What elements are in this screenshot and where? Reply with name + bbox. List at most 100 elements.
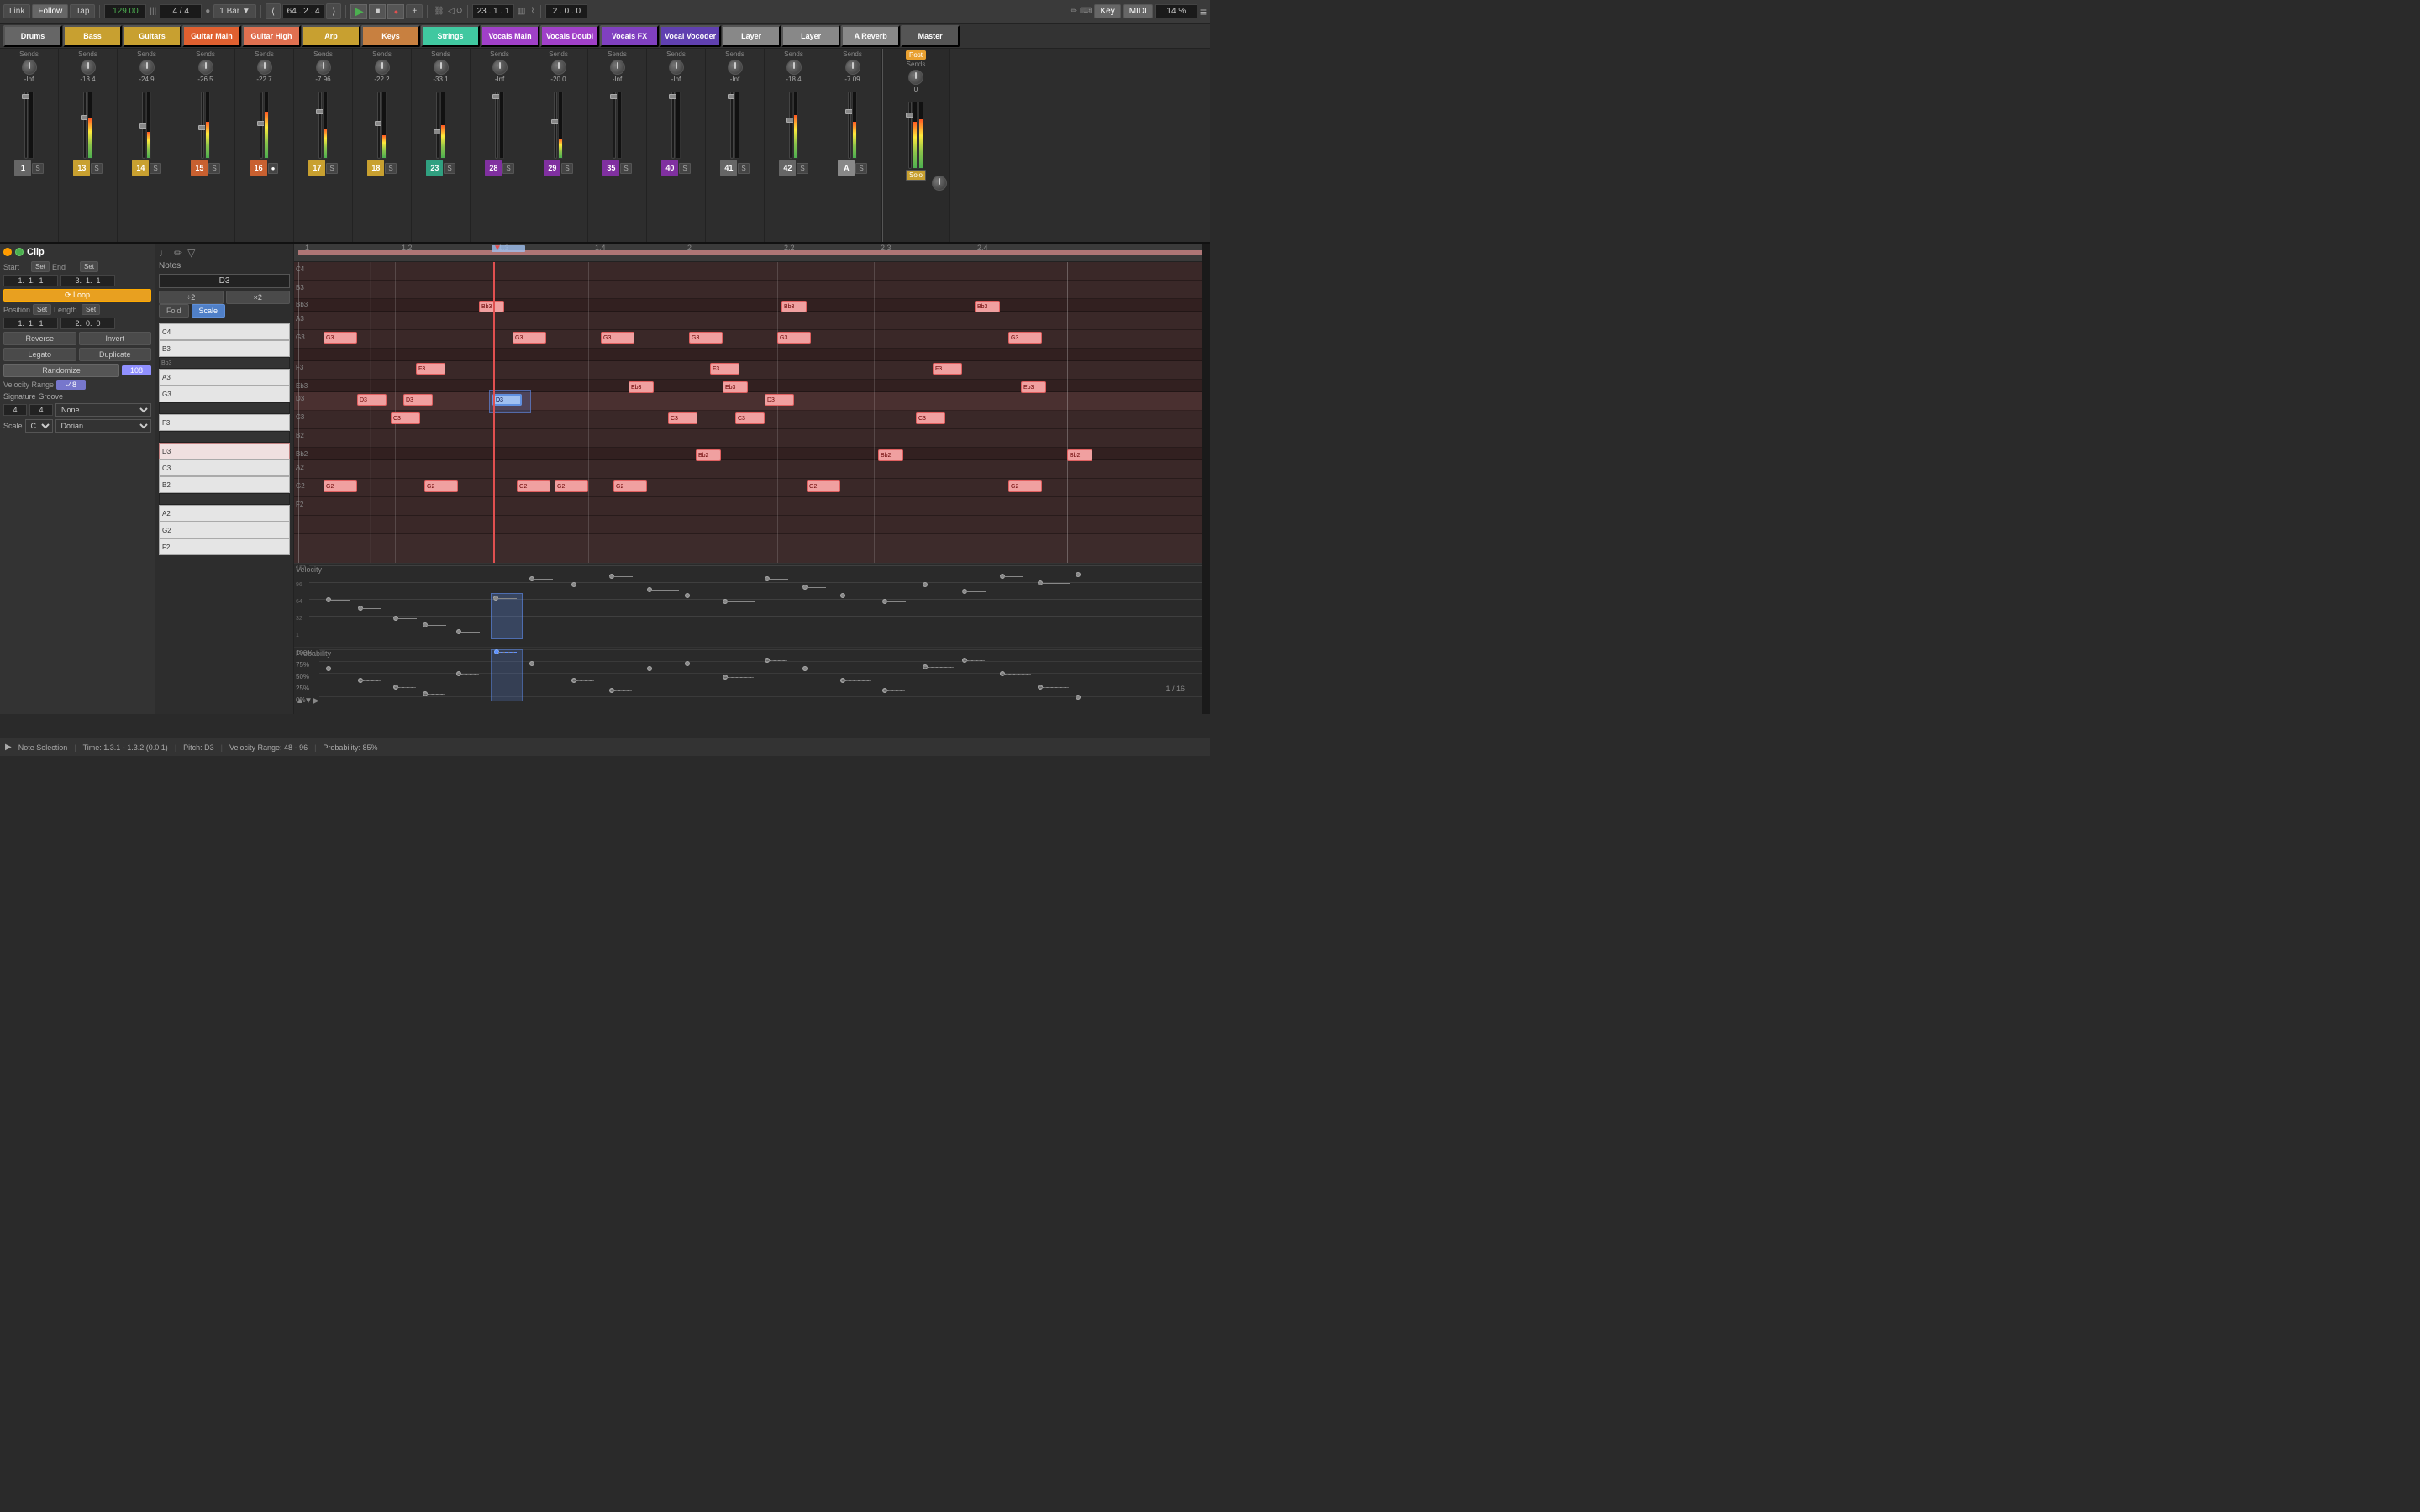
track-header-guitarhigh[interactable]: Guitar High [242,25,301,47]
track-header-layer2[interactable]: Layer [781,25,840,47]
ch-num-areverb[interactable]: A [838,160,855,176]
note-c3-4[interactable]: C3 [916,412,945,424]
sig-num-input[interactable] [3,404,27,416]
note-bb2-1[interactable]: Bb2 [696,449,721,461]
fader-vocalvocoder[interactable] [671,92,675,159]
fader-arp[interactable] [318,92,322,159]
note-f3-1[interactable]: F3 [416,363,445,375]
play-button[interactable]: ▶ [350,4,367,19]
fader-master[interactable] [908,102,912,169]
track-header-keys[interactable]: Keys [361,25,420,47]
key-g3[interactable]: G3 [159,386,290,402]
ch-num-vocalvocoder[interactable]: 40 [661,160,678,176]
nav-forward[interactable]: ⟩ [326,3,341,19]
prob-up-icon[interactable]: ▲ [296,696,304,706]
track-header-guitars[interactable]: Guitars [123,25,182,47]
note-g3-5[interactable]: G3 [777,332,811,344]
fader-layer2[interactable] [789,92,792,159]
track-header-strings[interactable]: Strings [421,25,480,47]
fader-guitarhigh[interactable] [260,92,263,159]
note-c3-1[interactable]: C3 [391,412,420,424]
note-eb3-2[interactable]: Eb3 [723,381,748,393]
fader-drums[interactable] [24,92,28,159]
note-d3-1[interactable]: D3 [357,394,387,406]
solo-guitarhigh[interactable]: ● [268,163,279,174]
track-header-vocalsfx[interactable]: Vocals FX [600,25,659,47]
end-set-button[interactable]: Set [80,261,98,272]
note-c3-3[interactable]: C3 [735,412,765,424]
solo-vocalsdoub[interactable]: S [561,163,572,174]
note-g2-6[interactable]: G2 [807,480,840,492]
pan-knob-vocalsdoub[interactable] [551,60,566,75]
solo-bass[interactable]: S [91,163,102,174]
key-a2[interactable]: A2 [159,505,290,522]
loop-button[interactable]: ⟳ Loop [3,289,151,302]
nav-back[interactable]: ⟨ [266,3,281,19]
note-bb3-3[interactable]: Bb3 [975,301,1000,312]
key-c4[interactable]: C4 [159,323,290,340]
div2-button[interactable]: ÷2 [159,291,224,304]
scale-button[interactable]: Scale [192,304,226,318]
key-mode-button[interactable]: Key [1094,4,1120,18]
key-b3[interactable]: B3 [159,340,290,357]
pan-knob-bass[interactable] [81,60,96,75]
solo-vocalvocoder[interactable]: S [679,163,690,174]
groove-select[interactable]: None [55,403,151,417]
fader-vocalsmain[interactable] [495,92,498,159]
key-c3[interactable]: C3 [159,459,290,476]
select-tool-icon[interactable]: ▽ [187,247,195,259]
pan-knob-arp[interactable] [316,60,331,75]
track-header-guitarmain[interactable]: Guitar Main [182,25,241,47]
pan-knob-layer2[interactable] [786,60,802,75]
ch-num-layer2[interactable]: 42 [779,160,796,176]
pan-knob-guitarhigh[interactable] [257,60,272,75]
ch-num-drums[interactable]: 1 [14,160,31,176]
ch-num-bass[interactable]: 13 [73,160,90,176]
fader-guitarmain[interactable] [201,92,204,159]
legato-button[interactable]: Legato [3,348,76,361]
key-f3[interactable]: F3 [159,414,290,431]
pos-input[interactable] [3,318,58,329]
note-bb2-2[interactable]: Bb2 [878,449,903,461]
pan-knob-guitars[interactable] [139,60,155,75]
prob-down-icon[interactable]: ▼ [304,696,313,706]
solo-guitarmain[interactable]: S [208,163,219,174]
pan-knob-vocalsmain[interactable] [492,60,508,75]
solo-vocalsmain[interactable]: S [502,163,513,174]
pan-knob-areverb[interactable] [845,60,860,75]
pan-knob-guitarmain[interactable] [198,60,213,75]
note-f3-2[interactable]: F3 [710,363,739,375]
time-display[interactable]: 64 . 2 . 4 [282,4,324,18]
solo-guitars[interactable]: S [150,163,160,174]
note-g3-3[interactable]: G3 [601,332,634,344]
ch-num-arp[interactable]: 17 [308,160,325,176]
note-bb3-1[interactable]: Bb3 [479,301,504,312]
key-g2[interactable]: G2 [159,522,290,538]
track-header-areverb[interactable]: A Reverb [841,25,900,47]
pan-knob-vocalvocoder[interactable] [669,60,684,75]
scale-root-select[interactable]: C [25,419,53,433]
ch-num-guitarmain[interactable]: 15 [191,160,208,176]
solo-arp[interactable]: S [326,163,337,174]
pan-knob-master[interactable] [908,70,923,85]
note-f3-3[interactable]: F3 [933,363,962,375]
randomize-button[interactable]: Randomize [3,364,119,377]
note-g3-1[interactable]: G3 [324,332,357,344]
solo-strings[interactable]: S [444,163,455,174]
stop-button[interactable]: ■ [369,4,386,19]
position-display[interactable]: 4 / 4 [160,4,202,18]
master-pan-knob[interactable] [932,175,947,192]
fold-button[interactable]: Fold [159,304,189,318]
fader-vocalsdoub[interactable] [554,92,557,159]
prob-right-icon[interactable]: ▶ [313,696,319,706]
piano-roll-timeline[interactable]: 1 1.2 1.3 1.4 2 2.2 2.3 2.4 ▼ [294,244,1202,262]
fader-areverb[interactable] [848,92,851,159]
solo-vocalsfx[interactable]: S [620,163,631,174]
notes-value-input[interactable] [159,274,290,288]
note-g2-7[interactable]: G2 [1008,480,1042,492]
mul2-button[interactable]: ×2 [226,291,291,304]
arrangement-pos[interactable]: 23 . 1 . 1 [472,4,514,18]
fader-keys[interactable] [377,92,381,159]
track-header-vocalsdoub[interactable]: Vocals Doubl [540,25,599,47]
solo-layer1[interactable]: S [738,163,749,174]
